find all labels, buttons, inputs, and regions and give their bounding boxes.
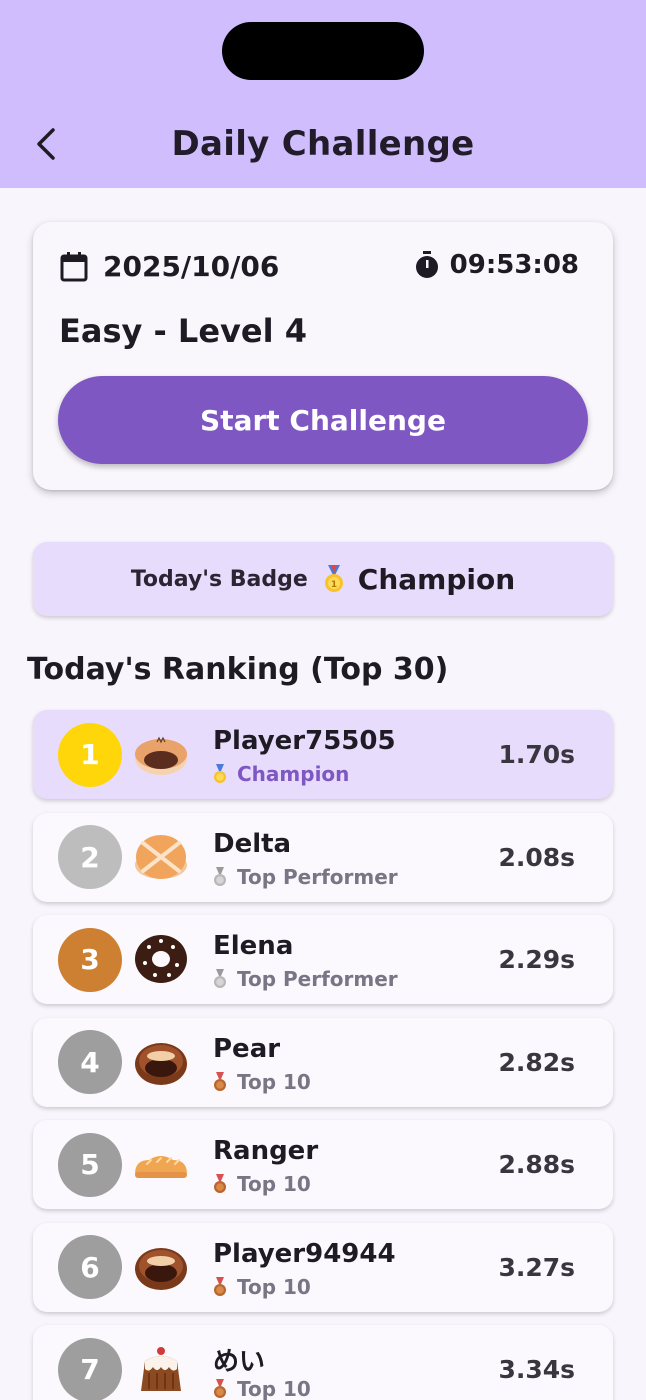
gold-medal-icon: 1: [324, 565, 344, 593]
bronze-medal-icon: [213, 1276, 227, 1297]
challenge-card: 2025/10/06 09:53:08 Easy - Level 4 Start…: [33, 222, 613, 490]
player-badge: Top 10: [213, 1070, 311, 1094]
player-time: 2.88s: [498, 1150, 575, 1179]
bronze-medal-icon: [213, 1379, 227, 1399]
player-badge-text: Top 10: [237, 1069, 311, 1094]
ranking-row[interactable]: 6 Player94944 Top 10 3.27s: [33, 1222, 613, 1312]
camera-notch: [222, 22, 424, 80]
rank-badge: 5: [58, 1132, 122, 1197]
rank-badge: 1: [58, 722, 122, 787]
player-badge-text: Top 10: [237, 1274, 311, 1299]
calendar-icon: [60, 251, 88, 281]
challenge-timer: 09:53:08: [414, 250, 579, 280]
player-name: Pear: [213, 1033, 281, 1064]
ranking-row[interactable]: 7 めい Top 10 3.34s: [33, 1325, 613, 1400]
player-badge: Top 10: [213, 1275, 311, 1299]
silver-medal-icon: [213, 866, 227, 887]
badge-label: Today's Badge: [130, 566, 308, 592]
daily-challenge-screen: Daily Challenge 2025/10/06 09:53:08 Easy…: [0, 0, 646, 1400]
ranking-row[interactable]: 5 Ranger Top 10 2.88s: [33, 1120, 613, 1209]
player-name: Player75505: [213, 726, 396, 756]
ranking-row[interactable]: 4 Pear Top 10 2.82s: [33, 1017, 613, 1107]
chocolate-bun-icon: [135, 1247, 187, 1290]
rank-badge: 4: [58, 1030, 122, 1094]
rank-badge: 3: [58, 927, 122, 992]
rank-badge: 6: [58, 1235, 122, 1299]
melon-pan-bread-icon: [135, 736, 187, 775]
player-badge-text: Top 10: [237, 1172, 311, 1196]
player-badge: Top 10: [213, 1377, 311, 1400]
ranking-title: Today's Ranking (Top 30): [27, 652, 449, 687]
player-time: 1.70s: [498, 740, 575, 769]
player-badge: Champion: [213, 762, 349, 786]
timer-text: 09:53:08: [449, 250, 579, 280]
player-time: 3.34s: [498, 1355, 575, 1384]
player-time: 2.08s: [498, 842, 575, 872]
bronze-medal-icon: [213, 1071, 227, 1092]
player-time: 2.29s: [498, 945, 575, 974]
svg-text:1: 1: [331, 580, 337, 590]
silver-medal-icon: [213, 969, 227, 989]
player-badge: Top Performer: [213, 865, 398, 889]
stopwatch-icon: [415, 251, 438, 278]
page-title: Daily Challenge: [171, 124, 475, 164]
date-text: 2025/10/06: [103, 250, 280, 283]
todays-badge-banner: Today's Badge 1 Champion: [33, 542, 613, 616]
player-badge-text: Top Performer: [237, 864, 398, 889]
ranking-list: 1 Player75505 Champion 1.70s 2 Delta Top…: [33, 710, 613, 1400]
gold-medal-icon: [213, 764, 227, 784]
hot-cross-bun-icon: [135, 834, 187, 879]
chocolate-bun-icon: [135, 1042, 187, 1085]
player-time: 3.27s: [498, 1252, 575, 1282]
player-badge-text: Top 10: [237, 1377, 311, 1400]
player-name: Player94944: [213, 1238, 396, 1269]
player-time: 2.82s: [498, 1047, 575, 1077]
rank-badge: 2: [58, 825, 122, 889]
player-badge-text: Top Performer: [237, 967, 398, 991]
bread-loaf-icon: [135, 1156, 187, 1178]
badge-name: Champion: [357, 562, 516, 596]
chocolate-donut-icon: [135, 935, 187, 983]
ranking-row[interactable]: 1 Player75505 Champion 1.70s: [33, 710, 613, 799]
ranking-row[interactable]: 3 Elena Top Performer 2.29s: [33, 915, 613, 1004]
start-challenge-button[interactable]: Start Challenge: [58, 376, 588, 464]
player-name: Delta: [213, 828, 292, 859]
player-badge-text: Champion: [237, 762, 350, 786]
rank-badge: 7: [58, 1337, 122, 1400]
player-badge: Top 10: [213, 1172, 311, 1196]
pudding-cake-icon: [141, 1347, 181, 1391]
player-name: Elena: [213, 931, 294, 961]
app-bar: Daily Challenge: [0, 0, 646, 188]
player-badge: Top Performer: [213, 967, 398, 991]
level-label: Easy - Level 4: [59, 312, 307, 350]
challenge-date: 2025/10/06: [59, 250, 279, 283]
ranking-row[interactable]: 2 Delta Top Performer 2.08s: [33, 812, 613, 902]
player-name: Ranger: [213, 1136, 319, 1166]
bronze-medal-icon: [213, 1174, 227, 1194]
player-name: めい: [213, 1347, 266, 1377]
